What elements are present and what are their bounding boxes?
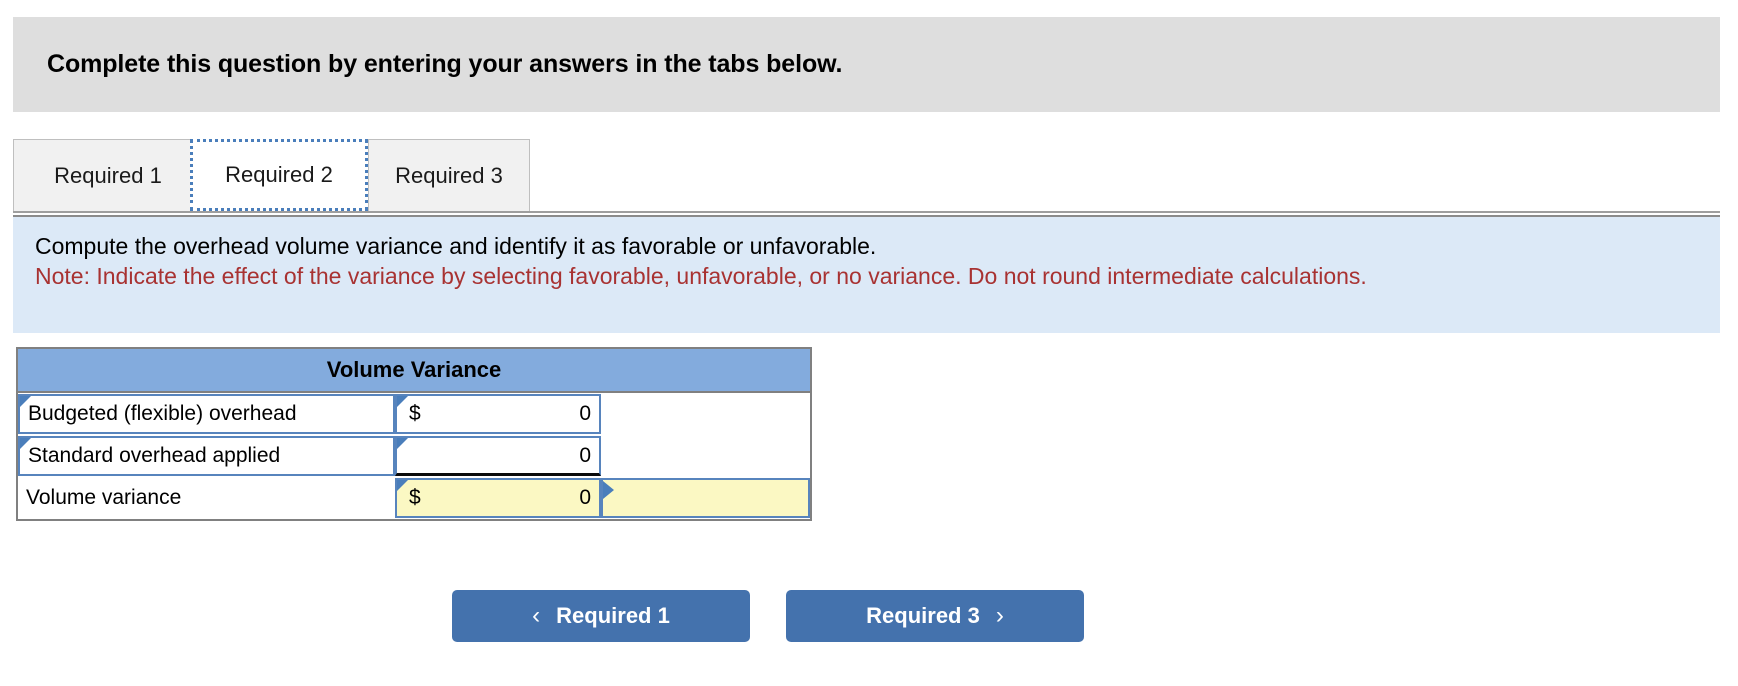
table-row: Budgeted (flexible) overhead $ 0 bbox=[17, 392, 812, 435]
row-amount-cell: $ 0 bbox=[395, 477, 601, 520]
table-row: Standard overhead applied 0 bbox=[17, 435, 812, 477]
instruction-panel: Compute the overhead volume variance and… bbox=[13, 215, 1720, 333]
chevron-right-icon: › bbox=[995, 602, 1004, 629]
row-label-cell: Standard overhead applied bbox=[17, 435, 395, 477]
row-label-cell: Volume variance bbox=[17, 477, 395, 520]
tab-required-2-label: Required 2 bbox=[225, 162, 333, 187]
budgeted-overhead-value: 0 bbox=[579, 402, 591, 425]
prev-required-1-label: Required 1 bbox=[556, 603, 670, 628]
standard-overhead-label-box[interactable]: Standard overhead applied bbox=[18, 436, 395, 476]
row-effect-cell bbox=[601, 435, 812, 477]
volume-variance-table: Volume Variance Budgeted (flexible) over… bbox=[15, 347, 813, 521]
instruction-prompt: Compute the overhead volume variance and… bbox=[35, 233, 877, 259]
budgeted-overhead-label-box[interactable]: Budgeted (flexible) overhead bbox=[18, 394, 395, 434]
volume-variance-label-box: Volume variance bbox=[18, 478, 395, 518]
volume-variance-value: 0 bbox=[579, 486, 591, 509]
volume-variance-currency: $ bbox=[409, 486, 421, 509]
tab-required-3-label: Required 3 bbox=[395, 162, 503, 188]
banner-instruction-text: Complete this question by entering your … bbox=[47, 50, 843, 78]
budgeted-overhead-amount-input[interactable]: $ 0 bbox=[395, 394, 601, 434]
instruction-note: Note: Indicate the effect of the varianc… bbox=[35, 263, 1367, 289]
row-amount-cell: 0 bbox=[395, 435, 601, 477]
budgeted-overhead-label: Budgeted (flexible) overhead bbox=[28, 402, 297, 425]
tab-required-1-label: Required 1 bbox=[54, 162, 162, 188]
question-panel: Complete this question by entering your … bbox=[0, 0, 1738, 686]
standard-overhead-value: 0 bbox=[579, 443, 591, 467]
row-effect-cell bbox=[601, 392, 812, 435]
tab-required-3[interactable]: Required 3 bbox=[368, 139, 530, 211]
volume-variance-label: Volume variance bbox=[26, 486, 182, 509]
standard-overhead-label: Standard overhead applied bbox=[28, 444, 281, 467]
tab-required-2[interactable]: Required 2 bbox=[190, 139, 368, 211]
requirement-tabs: Required 1 Required 2 Required 3 bbox=[13, 139, 1720, 213]
next-required-3-button[interactable]: Required 3 › bbox=[786, 590, 1084, 642]
table-row: Volume variance $ 0 bbox=[17, 477, 812, 520]
question-banner: Complete this question by entering your … bbox=[13, 17, 1720, 112]
tab-required-1[interactable]: Required 1 bbox=[13, 139, 203, 211]
dropdown-marker-icon bbox=[603, 481, 614, 499]
table-title: Volume Variance bbox=[15, 347, 813, 393]
row-effect-cell bbox=[601, 477, 812, 520]
budgeted-overhead-currency: $ bbox=[409, 402, 421, 425]
chevron-left-icon: ‹ bbox=[532, 602, 541, 629]
table-header-row: Volume Variance bbox=[15, 347, 813, 393]
prev-required-1-button[interactable]: ‹ Required 1 bbox=[452, 590, 750, 642]
row-amount-cell: $ 0 bbox=[395, 392, 601, 435]
next-required-3-label: Required 3 bbox=[866, 603, 980, 628]
tabstrip-baseline bbox=[13, 211, 1720, 213]
standard-overhead-effect-cell bbox=[601, 436, 810, 476]
volume-variance-amount-input[interactable]: $ 0 bbox=[395, 478, 601, 518]
budgeted-overhead-effect-cell bbox=[601, 394, 810, 434]
row-label-cell: Budgeted (flexible) overhead bbox=[17, 392, 395, 435]
volume-variance-effect-dropdown[interactable] bbox=[601, 478, 811, 518]
standard-overhead-amount-input[interactable]: 0 bbox=[395, 436, 601, 476]
